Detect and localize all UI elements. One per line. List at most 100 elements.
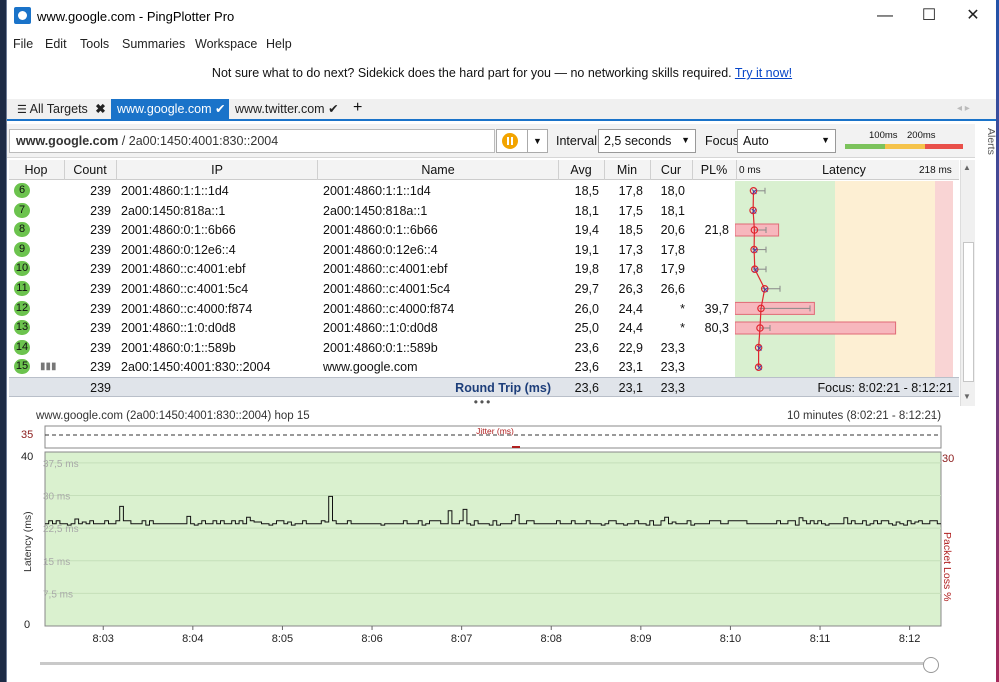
title-bar: www.google.com - PingPlotter Pro — ☐ ✕ bbox=[7, 0, 997, 32]
table-row[interactable]: 7 239 2a00:1450:818a::1 2a00:1450:818a::1 18… bbox=[9, 201, 959, 221]
scroll-up-icon[interactable]: ▲ bbox=[963, 163, 971, 172]
hop-number: 6 bbox=[14, 183, 30, 198]
jitter-max: 35 bbox=[21, 429, 33, 441]
add-tab-button[interactable]: + bbox=[347, 99, 367, 119]
y-top: 40 bbox=[21, 451, 33, 463]
chevron-down-icon[interactable]: ⌄ bbox=[929, 409, 937, 420]
hop-count: 239 bbox=[90, 301, 111, 316]
trace-grid-header: Hop Count IP Name Avg Min Cur PL% 0 ms L… bbox=[9, 160, 959, 180]
menu-edit[interactable]: Edit bbox=[45, 37, 67, 51]
col-avg[interactable]: Avg bbox=[559, 163, 603, 177]
banner-text: Not sure what to do next? Sidekick does … bbox=[211, 66, 732, 80]
target-ip: / 2a00:1450:4001:830::2004 bbox=[118, 134, 279, 148]
hop-cur: 26,6 bbox=[660, 282, 685, 296]
target-field[interactable]: www.google.com / 2a00:1450:4001:830::200… bbox=[9, 129, 495, 153]
x-tick-label: 8:10 bbox=[720, 633, 741, 645]
col-min[interactable]: Min bbox=[605, 163, 649, 177]
table-row[interactable]: 10 239 2001:4860::c:4001:ebf 2001:4860::c:4… bbox=[9, 259, 959, 279]
hop-min: 22,9 bbox=[618, 340, 643, 355]
tab-scroll-arrows[interactable]: ◂ ▸ bbox=[951, 99, 991, 119]
col-latency-max: 218 ms bbox=[919, 165, 952, 176]
hop-number: 11 bbox=[14, 281, 30, 296]
pane-splitter[interactable]: ••• bbox=[7, 396, 959, 408]
table-row[interactable]: 15 ▮▮▮ 239 2a00:1450:4001:830::2004 www.goog… bbox=[9, 357, 959, 377]
x-tick-label: 8:08 bbox=[541, 633, 562, 645]
maximize-button[interactable]: ☐ bbox=[917, 6, 941, 26]
hop-ip: 2001:4860:0:1::6b66 bbox=[121, 223, 236, 238]
col-hop[interactable]: Hop bbox=[9, 163, 63, 177]
menu-file[interactable]: File bbox=[13, 37, 33, 51]
x-tick-label: 8:07 bbox=[451, 633, 472, 645]
hop-count: 239 bbox=[90, 242, 111, 257]
hop-name: 2001:4860::1:0:d0d8 bbox=[323, 321, 438, 336]
hop-pl: 80,3 bbox=[704, 321, 729, 336]
hop-ip: 2001:4860:0:1::589b bbox=[121, 340, 236, 355]
pause-button[interactable]: ▼ bbox=[496, 129, 548, 153]
minimize-button[interactable]: — bbox=[873, 6, 897, 26]
menu-workspace[interactable]: Workspace bbox=[195, 37, 257, 51]
hop-name: 2001:4860:1:1::1d4 bbox=[323, 184, 431, 198]
x-tick-label: 8:12 bbox=[899, 633, 920, 645]
footer-focus: Focus: 8:02:21 - 8:12:21 bbox=[817, 381, 953, 395]
hop-ip: 2a00:1450:818a::1 bbox=[121, 203, 226, 218]
scale-red bbox=[925, 144, 963, 149]
tab-google-label: www.google.com bbox=[117, 102, 212, 116]
x-tick-label: 8:06 bbox=[361, 633, 382, 645]
menu-summaries[interactable]: Summaries bbox=[122, 37, 185, 51]
timeline-knob[interactable] bbox=[923, 657, 939, 673]
table-row[interactable]: 6 239 2001:4860:1:1::1d4 2001:4860:1:1::1d4… bbox=[9, 181, 959, 201]
table-row[interactable]: 8 239 2001:4860:0:1::6b66 2001:4860:0:1::6b… bbox=[9, 220, 959, 240]
table-row[interactable]: 13 239 2001:4860::1:0:d0d8 2001:4860::1:0:d… bbox=[9, 318, 959, 338]
close-tab-icon[interactable]: ✖ bbox=[95, 102, 105, 116]
hop-pl: 39,7 bbox=[704, 301, 729, 316]
hop-min: 17,8 bbox=[618, 184, 643, 198]
chevron-down-icon[interactable]: ▼ bbox=[527, 130, 547, 152]
focus-select[interactable]: Auto ▼ bbox=[737, 129, 836, 153]
table-row[interactable]: 11 239 2001:4860::c:4001:5c4 2001:4860::c:4… bbox=[9, 279, 959, 299]
tab-google[interactable]: www.google.com ✔ bbox=[111, 99, 229, 119]
hop-name: 2001:4860:0:12e6::4 bbox=[323, 242, 438, 257]
table-row[interactable]: 9 239 2001:4860:0:12e6::4 2001:4860:0:12e6:… bbox=[9, 240, 959, 260]
col-ip[interactable]: IP bbox=[117, 163, 317, 177]
col-latency-min: 0 ms bbox=[739, 165, 761, 176]
pause-icon bbox=[502, 133, 518, 149]
list-icon: ☰ bbox=[17, 104, 27, 116]
table-row[interactable]: 14 239 2001:4860:0:1::589b 2001:4860:0:1::5… bbox=[9, 338, 959, 358]
tab-twitter[interactable]: www.twitter.com ✔ bbox=[229, 99, 349, 119]
scale-100-label: 100ms bbox=[869, 130, 898, 141]
hop-min: 24,4 bbox=[618, 321, 643, 336]
try-it-now-link[interactable]: Try it now! bbox=[735, 66, 792, 80]
hop-min: 17,5 bbox=[618, 203, 643, 218]
bar-chart-icon[interactable]: ▮▮▮ bbox=[40, 361, 57, 372]
timeline-scrollbar[interactable] bbox=[40, 657, 940, 673]
menu-tools[interactable]: Tools bbox=[80, 37, 109, 51]
col-count[interactable]: Count bbox=[65, 163, 115, 177]
col-name[interactable]: Name bbox=[318, 163, 558, 177]
hop-avg: 26,0 bbox=[574, 301, 599, 316]
hop-name: 2001:4860::c:4001:5c4 bbox=[323, 282, 451, 296]
table-row[interactable]: 12 239 2001:4860::c:4000:f874 2001:4860::c:… bbox=[9, 299, 959, 319]
col-pl[interactable]: PL% bbox=[693, 163, 735, 177]
alerts-panel-tab[interactable]: Alerts bbox=[975, 124, 997, 164]
grid-scrollbar[interactable]: ▲ ▼ bbox=[960, 160, 975, 406]
footer-label: Round Trip (ms) bbox=[455, 381, 551, 395]
x-tick-label: 8:11 bbox=[810, 633, 831, 645]
hop-name: 2001:4860::c:4001:ebf bbox=[323, 262, 448, 277]
hop-cur: 18,0 bbox=[660, 184, 685, 198]
col-latency[interactable]: Latency bbox=[769, 163, 919, 177]
hop-min: 26,3 bbox=[618, 282, 643, 296]
scrollbar-thumb[interactable] bbox=[963, 242, 974, 382]
hop-ip: 2001:4860::c:4001:5c4 bbox=[121, 282, 249, 296]
interval-select[interactable]: 2,5 seconds ▼ bbox=[598, 129, 696, 153]
hop-cur: 23,3 bbox=[660, 360, 685, 375]
tab-all-targets[interactable]: ☰ All Targets ✖ bbox=[11, 99, 111, 119]
graph-range[interactable]: 10 minutes (8:02:21 - 8:12:21) bbox=[787, 410, 941, 422]
gridline-label: 7,5 ms bbox=[43, 589, 73, 600]
close-window-button[interactable]: ✕ bbox=[961, 6, 985, 26]
hop-count: 239 bbox=[90, 184, 111, 198]
hop-min: 18,5 bbox=[618, 223, 643, 238]
scroll-down-icon[interactable]: ▼ bbox=[963, 392, 971, 401]
col-cur[interactable]: Cur bbox=[651, 163, 691, 177]
hop-number: 12 bbox=[14, 300, 30, 316]
menu-help[interactable]: Help bbox=[266, 37, 292, 51]
